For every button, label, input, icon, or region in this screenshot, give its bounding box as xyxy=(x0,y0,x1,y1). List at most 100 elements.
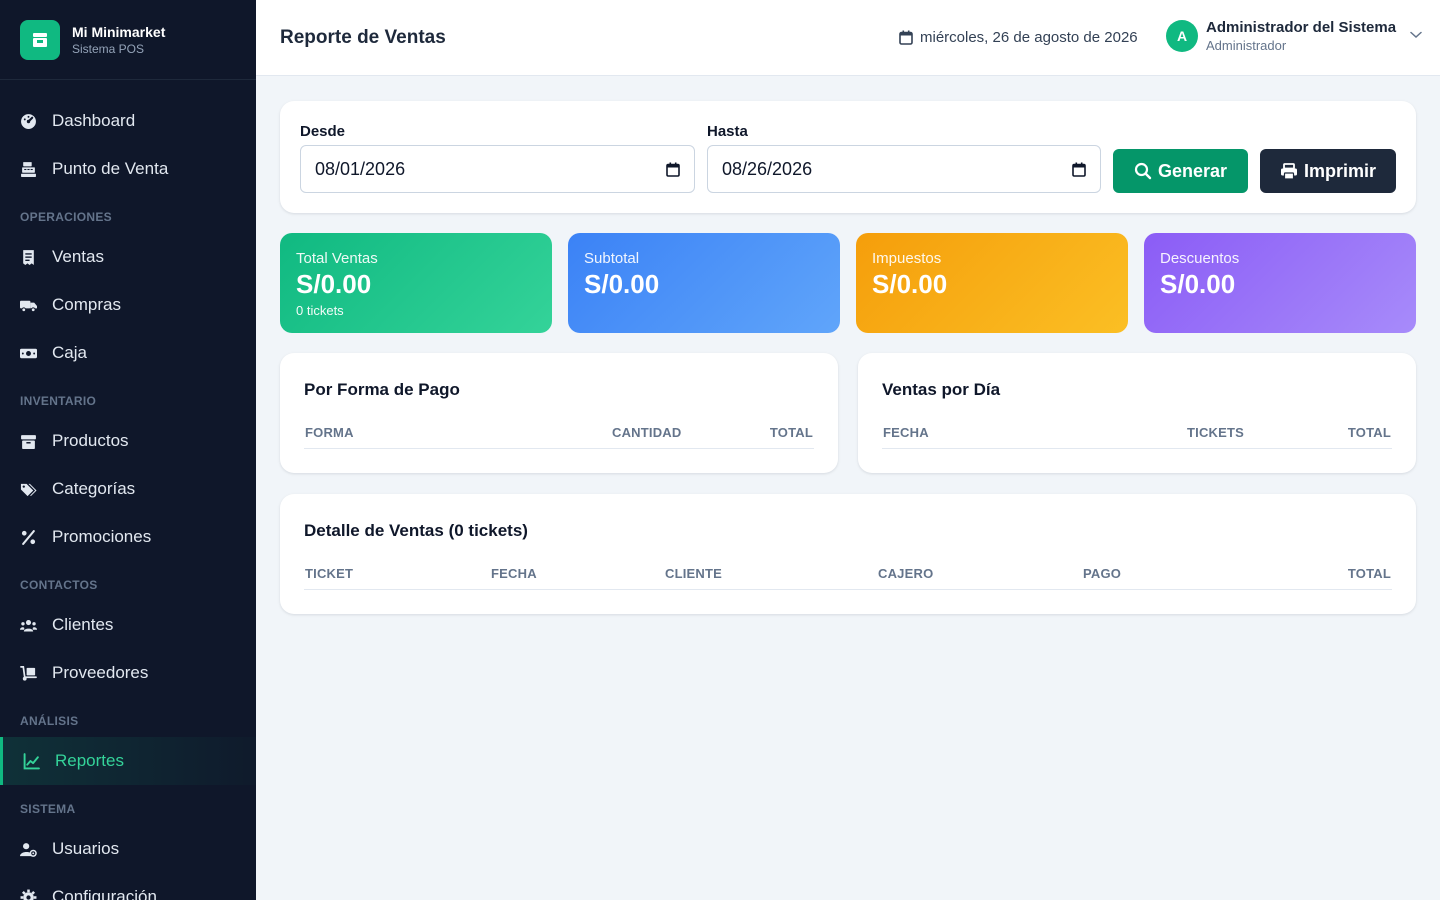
calendar-icon xyxy=(899,30,913,45)
avatar: A xyxy=(1166,20,1198,52)
brand: Mi Minimarket Sistema POS xyxy=(0,0,256,80)
stat-card-impuestos: Impuestos S/0.00 xyxy=(856,233,1128,333)
from-date-input[interactable]: 08/01/2026 xyxy=(300,145,695,193)
user-name: Administrador del Sistema xyxy=(1206,19,1397,36)
search-icon xyxy=(1134,162,1152,180)
column-header-total: TOTAL xyxy=(1347,425,1391,440)
stat-value: S/0.00 xyxy=(296,269,372,299)
users-icon xyxy=(20,617,37,634)
sales-detail-card: Detalle de Ventas (0 tickets) TICKET FEC… xyxy=(280,494,1416,614)
payment-method-title: Por Forma de Pago xyxy=(304,380,460,399)
to-date-input[interactable]: 08/26/2026 xyxy=(707,145,1101,193)
sidebar-item-label: Dashboard xyxy=(52,111,136,130)
stat-label: Total Ventas xyxy=(296,250,378,267)
money-icon xyxy=(20,345,37,362)
user-gear-icon xyxy=(20,841,37,858)
sidebar-item-label: Usuarios xyxy=(52,839,120,858)
cash-register-icon xyxy=(20,161,37,178)
calendar-icon xyxy=(666,162,680,177)
sidebar-nav: Dashboard Punto de Venta OPERACIONES Ven… xyxy=(0,80,256,900)
column-header-total: TOTAL xyxy=(769,425,813,440)
percent-icon xyxy=(20,529,37,546)
gear-icon xyxy=(20,889,37,900)
column-header-total: TOTAL xyxy=(1347,566,1391,581)
stat-card-subtotal: Subtotal S/0.00 xyxy=(568,233,840,333)
stat-card-total-ventas: Total Ventas S/0.00 0 tickets xyxy=(280,233,552,333)
current-date: miércoles, 26 de agosto de 2026 xyxy=(899,29,1138,46)
dolly-icon xyxy=(20,665,37,682)
sidebar-section-title: INVENTARIO xyxy=(20,394,97,408)
sidebar-item-promociones[interactable]: Promociones xyxy=(0,513,256,561)
column-header-ticket: TICKET xyxy=(305,566,354,581)
table-header: FECHA TICKETS TOTAL xyxy=(882,425,1392,449)
sidebar-item-configuracion[interactable]: Configuración xyxy=(0,873,256,900)
chevron-down-icon xyxy=(1410,31,1422,39)
chart-line-icon xyxy=(23,752,40,770)
truck-icon xyxy=(20,297,37,314)
user-role: Administrador xyxy=(1206,38,1287,53)
sidebar-item-label: Caja xyxy=(52,343,87,362)
sidebar-item-reportes[interactable]: Reportes xyxy=(0,737,256,785)
sidebar-item-label: Promociones xyxy=(52,527,152,546)
sidebar-item-compras[interactable]: Compras xyxy=(0,281,256,329)
column-header-fecha: FECHA xyxy=(491,566,537,581)
generate-button-label: Generar xyxy=(1157,160,1228,181)
stat-label: Subtotal xyxy=(584,250,640,267)
sidebar-item-dashboard[interactable]: Dashboard xyxy=(0,97,256,145)
stat-value: S/0.00 xyxy=(1160,269,1236,299)
sidebar: Mi Minimarket Sistema POS Dashboard Punt… xyxy=(0,0,256,900)
sidebar-item-label: Categorías xyxy=(52,479,136,498)
tags-icon xyxy=(20,481,37,498)
column-header-tickets: TICKETS xyxy=(1187,425,1245,440)
sidebar-item-productos[interactable]: Productos xyxy=(0,417,256,465)
gauge-icon xyxy=(20,113,37,130)
stat-value: S/0.00 xyxy=(872,269,948,299)
sidebar-item-ventas[interactable]: Ventas xyxy=(0,233,256,281)
print-button-label: Imprimir xyxy=(1303,160,1377,181)
table-header: TICKET FECHA CLIENTE CAJERO PAGO TOTAL xyxy=(304,566,1392,590)
sidebar-item-categorias[interactable]: Categorías xyxy=(0,465,256,513)
sidebar-item-label: Proveedores xyxy=(52,663,149,682)
column-header-cantidad: CANTIDAD xyxy=(612,425,682,440)
column-header-fecha: FECHA xyxy=(883,425,929,440)
sidebar-item-label: Punto de Venta xyxy=(52,159,169,178)
column-header-forma: FORMA xyxy=(305,425,354,440)
payment-method-card: Por Forma de Pago FORMA CANTIDAD TOTAL xyxy=(280,353,838,473)
sidebar-item-label: Reportes xyxy=(55,751,124,770)
column-header-cajero: CAJERO xyxy=(878,566,934,581)
store-icon xyxy=(20,19,60,60)
calendar-icon xyxy=(1072,162,1086,177)
receipt-icon xyxy=(20,249,37,266)
stat-label: Impuestos xyxy=(872,250,942,267)
brand-subtitle: Sistema POS xyxy=(72,41,145,56)
sidebar-section-title: ANÁLISIS xyxy=(20,714,79,728)
sidebar-item-label: Configuración xyxy=(52,887,157,900)
sidebar-item-proveedores[interactable]: Proveedores xyxy=(0,649,256,697)
sidebar-section-title: OPERACIONES xyxy=(20,210,112,224)
stat-tickets-count: 0 tickets xyxy=(296,303,344,318)
box-icon xyxy=(20,433,37,450)
column-header-cliente: CLIENTE xyxy=(665,566,723,581)
sidebar-item-usuarios[interactable]: Usuarios xyxy=(0,825,256,873)
sidebar-section-title: CONTACTOS xyxy=(20,578,98,592)
stat-card-descuentos: Descuentos S/0.00 xyxy=(1144,233,1416,333)
print-button[interactable]: Imprimir xyxy=(1260,149,1396,193)
top-header: Reporte de Ventas miércoles, 26 de agost… xyxy=(256,0,1440,76)
table-header: FORMA CANTIDAD TOTAL xyxy=(304,425,814,449)
from-date-value: 08/01/2026 xyxy=(315,158,406,179)
from-date-label: Desde xyxy=(300,123,346,140)
sales-detail-title: Detalle de Ventas (0 tickets) xyxy=(304,521,528,540)
sidebar-item-punto-de-venta[interactable]: Punto de Venta xyxy=(0,145,256,193)
page-title: Reporte de Ventas xyxy=(280,26,446,48)
sidebar-item-label: Productos xyxy=(52,431,129,450)
generate-button[interactable]: Generar xyxy=(1113,149,1248,193)
to-date-label: Hasta xyxy=(707,123,748,140)
sidebar-item-caja[interactable]: Caja xyxy=(0,329,256,377)
sidebar-item-clientes[interactable]: Clientes xyxy=(0,601,256,649)
column-header-pago: PAGO xyxy=(1083,566,1122,581)
sales-per-day-title: Ventas por Día xyxy=(882,380,1001,399)
user-menu[interactable]: A Administrador del Sistema Administrado… xyxy=(1166,18,1422,54)
printer-icon xyxy=(1280,162,1297,180)
to-date-value: 08/26/2026 xyxy=(722,158,813,179)
sidebar-item-label: Clientes xyxy=(52,615,114,634)
